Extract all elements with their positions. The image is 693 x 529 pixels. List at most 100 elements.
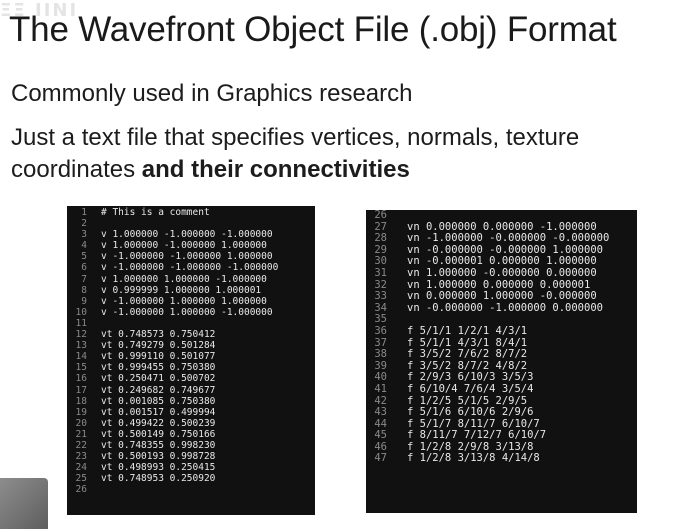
code-text: f 1/2/8 3/13/8 4/14/8	[407, 452, 540, 465]
line-number: 47	[374, 452, 387, 465]
code-line: 19 vt 0.001517 0.499994	[67, 407, 315, 418]
code-line: 11	[67, 318, 315, 329]
code-line: 13 vt 0.749279 0.501284	[67, 340, 315, 351]
line-number: 18	[75, 395, 87, 407]
code-text: f 3/5/2 7/6/2 8/7/2	[407, 348, 528, 361]
line-number: 24	[75, 462, 87, 474]
code-text: vt 0.999110 0.501077	[101, 351, 216, 363]
code-line: 4 v 1.000000 -1.000000 1.000000	[67, 240, 315, 251]
code-text: vt 0.999455 0.750380	[101, 362, 216, 374]
code-text: f 5/1/6 6/10/6 2/9/6	[407, 406, 534, 419]
code-text: vt 0.748355 0.998230	[101, 439, 216, 451]
line-number: 23	[75, 451, 87, 463]
code-line: 47 f 1/2/8 3/13/8 4/14/8	[366, 453, 637, 465]
code-line: 41 f 6/10/4 7/6/4 3/5/4	[366, 382, 637, 396]
slide-title: The Wavefront Object File (.obj) Format	[9, 10, 617, 49]
code-line: 38 f 3/5/2 7/6/2 8/7/2	[366, 349, 637, 361]
code-line: 6 v -1.000000 -1.000000 -1.000000	[67, 262, 315, 273]
code-text: v -1.000000 1.000000 1.000000	[101, 295, 267, 307]
bullet-line-2b: coordinates and their connectivities	[11, 156, 410, 184]
code-text: v 1.000000 -1.000000 -1.000000	[101, 229, 273, 241]
line-number: 21	[75, 428, 87, 440]
line-number: 13	[75, 340, 87, 352]
line-number: 14	[75, 351, 87, 363]
bullet-line-2a: Just a text file that specifies vertices…	[11, 124, 580, 151]
line-number: 43	[374, 406, 387, 419]
line-number: 22	[75, 439, 87, 451]
line-number: 16	[75, 373, 87, 385]
line-number: 12	[75, 329, 87, 341]
code-text: v -1.000000 -1.000000 1.000000	[101, 251, 273, 263]
code-text: vn 0.000000 1.000000 -0.000000	[407, 290, 597, 303]
line-number: 26	[374, 210, 387, 221]
code-line: 24 vt 0.498993 0.250415	[67, 462, 315, 473]
line-number: 8	[81, 284, 87, 296]
code-line: 10 v -1.000000 1.000000 -1.000000	[67, 307, 315, 318]
code-line: 8 v 0.999999 1.000000 1.000001	[67, 285, 315, 296]
code-text: # This is a comment	[101, 207, 210, 218]
bullet-line-2b-bold: and their connectivities	[141, 156, 410, 183]
code-text: vt 0.249682 0.749677	[101, 384, 216, 396]
line-number: 6	[81, 262, 87, 274]
code-line: 5 v -1.000000 -1.000000 1.000000	[67, 251, 315, 262]
code-text: vt 0.500193 0.998728	[101, 451, 216, 463]
bullet-line-1: Commonly used in Graphics research	[11, 80, 413, 107]
line-number: 20	[75, 417, 87, 429]
code-line: 22 vt 0.748355 0.998230	[67, 440, 315, 451]
code-text: v -1.000000 1.000000 -1.000000	[101, 306, 273, 318]
code-text: vn 1.000000 -0.000000 0.000000	[407, 266, 597, 279]
line-number: 1	[81, 207, 87, 218]
code-text: v 1.000000 1.000000 -1.000000	[101, 273, 267, 285]
code-text: vt 0.001517 0.499994	[101, 406, 216, 418]
code-line: 3 v 1.000000 -1.000000 -1.000000	[67, 229, 315, 240]
code-text: f 5/1/1 1/2/1 4/3/1	[407, 324, 528, 337]
code-text: f 6/10/4 7/6/4 3/5/4	[407, 382, 534, 395]
line-number: 5	[81, 251, 87, 263]
line-number: 4	[81, 240, 87, 252]
code-text: vt 0.748573 0.750412	[101, 329, 216, 341]
code-line: 20 vt 0.499422 0.500239	[67, 418, 315, 429]
code-text: vt 0.001085 0.750380	[101, 395, 216, 407]
code-text: vt 0.748953 0.250920	[101, 473, 216, 485]
bullet-line-2b-text: coordinates	[11, 156, 142, 183]
line-number: 11	[75, 317, 87, 329]
line-number: 2	[81, 218, 87, 230]
code-line: 14 vt 0.999110 0.501077	[67, 351, 315, 362]
line-number: 33	[374, 290, 387, 303]
code-text: v 0.999999 1.000000 1.000001	[101, 284, 262, 296]
line-number: 3	[81, 229, 87, 241]
line-number: 9	[81, 295, 87, 307]
code-line: 26	[67, 484, 315, 495]
line-number: 31	[374, 266, 387, 279]
code-panel-vertices: 1 # This is a comment 2 3 v 1.000000 -1.0000…	[67, 206, 315, 515]
code-panel-normals-faces: 26 27 vn 0.000000 0.000000 -1.000000 28 vn -…	[366, 210, 637, 513]
code-text: vt 0.498993 0.250415	[101, 462, 216, 474]
code-line: 33 vn 0.000000 1.000000 -0.000000	[366, 291, 637, 303]
code-line: 25 vt 0.748953 0.250920	[67, 473, 315, 484]
line-number: 38	[374, 348, 387, 361]
code-line: 31 vn 1.000000 -0.000000 0.000000	[366, 266, 637, 280]
code-line: 1 # This is a comment	[67, 207, 315, 218]
code-line: 12 vt 0.748573 0.750412	[67, 329, 315, 340]
code-text: v 1.000000 -1.000000 1.000000	[101, 240, 267, 252]
code-text: vn -0.000000 -1.000000 0.000000	[407, 301, 603, 314]
line-number: 19	[75, 406, 87, 418]
code-line: 21 vt 0.500149 0.750166	[67, 429, 315, 440]
code-line: 34 vn -0.000000 -1.000000 0.000000	[366, 301, 637, 315]
line-number: 41	[374, 382, 387, 395]
code-line: 17 vt 0.249682 0.749677	[67, 385, 315, 396]
code-line: 23 vt 0.500193 0.998728	[67, 451, 315, 462]
line-number: 26	[75, 484, 87, 496]
line-number: 17	[75, 384, 87, 396]
code-line: 26	[366, 210, 637, 222]
line-number: 7	[81, 273, 87, 285]
line-number: 25	[75, 473, 87, 485]
code-text: vt 0.749279 0.501284	[101, 340, 216, 352]
code-line: 36 f 5/1/1 1/2/1 4/3/1	[366, 324, 637, 338]
code-text: vt 0.250471 0.500702	[101, 373, 216, 385]
code-text: vt 0.500149 0.750166	[101, 428, 216, 440]
line-number: 15	[75, 362, 87, 374]
code-line: 2	[67, 218, 315, 229]
code-line: 15 vt 0.999455 0.750380	[67, 362, 315, 373]
code-text: vt 0.499422 0.500239	[101, 417, 216, 429]
